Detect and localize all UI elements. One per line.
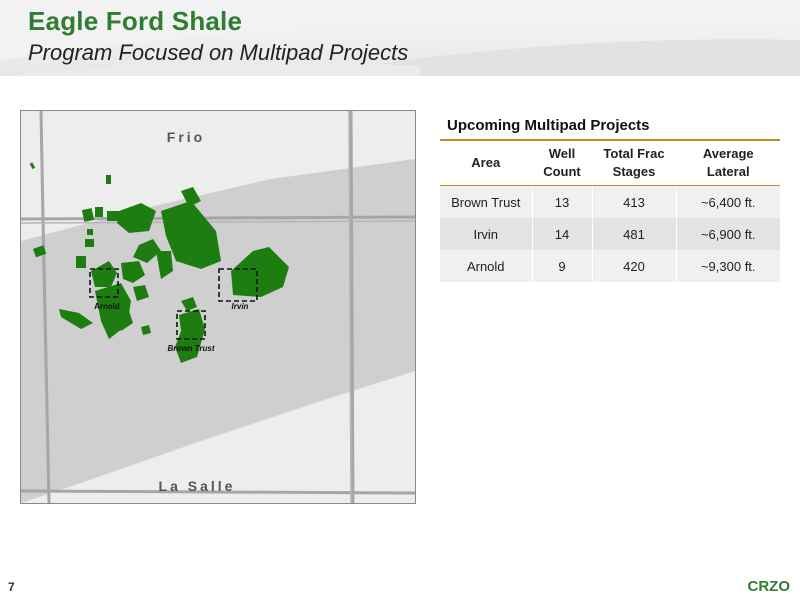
table-row: Arnold 9 420 ~9,300 ft. (440, 250, 780, 282)
company-logo: CRZO (747, 578, 791, 595)
slide-header: Eagle Ford Shale Program Focused on Mult… (0, 0, 800, 76)
cell-stages: 420 (591, 250, 676, 282)
acreage-map: Frio La Salle Arnold Irvin Brown Trust (20, 110, 416, 504)
cell-stages: 413 (591, 185, 676, 218)
cell-wells: 9 (531, 250, 592, 282)
header-well-count: Well Count (531, 141, 592, 186)
cell-stages: 481 (591, 218, 676, 250)
project-label-arnold: Arnold (94, 302, 120, 311)
table-row: Irvin 14 481 ~6,900 ft. (440, 218, 780, 250)
cell-lateral: ~9,300 ft. (675, 250, 780, 282)
page-number: 7 (8, 580, 15, 594)
table-row: Brown Trust 13 413 ~6,400 ft. (440, 185, 780, 218)
table-title: Upcoming Multipad Projects (447, 117, 650, 134)
header-area: Area (440, 141, 532, 186)
header-total-frac-stages: Total Frac Stages (591, 141, 676, 186)
county-label-frio: Frio (167, 129, 205, 145)
cell-lateral: ~6,400 ft. (675, 185, 780, 218)
cell-wells: 14 (531, 218, 592, 250)
project-label-brown-trust: Brown Trust (168, 344, 215, 353)
header-average-lateral: Average Lateral (675, 141, 780, 186)
cell-wells: 13 (531, 185, 592, 218)
cell-area: Brown Trust (440, 185, 532, 218)
cell-area: Irvin (440, 218, 532, 250)
acreage-map-svg: Frio La Salle Arnold Irvin Brown Trust (21, 111, 415, 503)
slide-subtitle: Program Focused on Multipad Projects (28, 40, 409, 65)
slide-title: Eagle Ford Shale (28, 6, 243, 36)
cell-lateral: ~6,900 ft. (675, 218, 780, 250)
eagle-ford-trend-band (21, 159, 415, 503)
county-label-la-salle: La Salle (159, 478, 236, 494)
project-label-irvin: Irvin (232, 302, 249, 311)
cell-area: Arnold (440, 250, 532, 282)
multipad-projects-table: Area Well Count Total Frac Stages Averag… (440, 141, 780, 282)
table-header-row: Area Well Count Total Frac Stages Averag… (440, 141, 780, 186)
